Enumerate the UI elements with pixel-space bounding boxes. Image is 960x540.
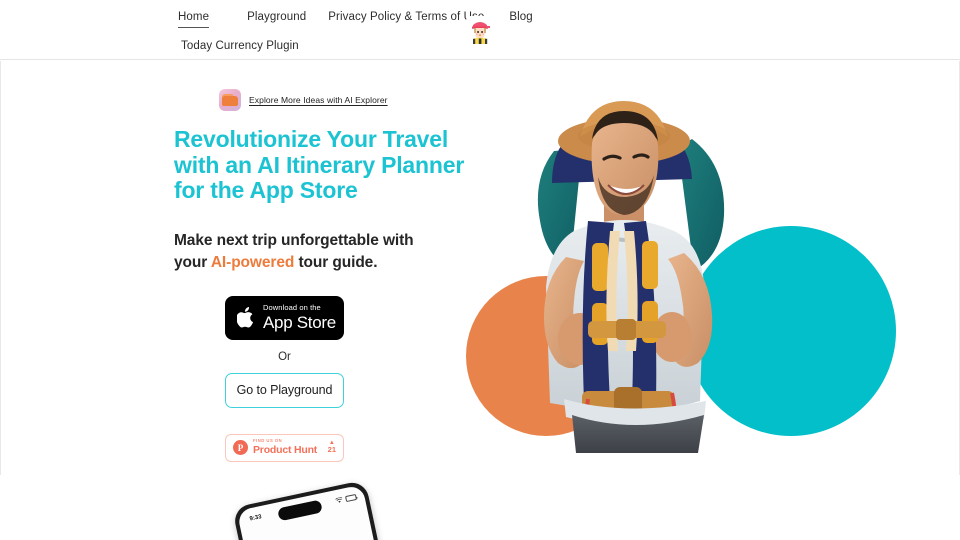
explore-ai-explorer-row[interactable]: Explore More Ideas with AI Explorer [219, 89, 474, 111]
nav-link-privacy-policy-terms[interactable]: Privacy Policy & Terms of Use [328, 10, 484, 27]
app-store-small-label: Download on the [263, 303, 321, 313]
avatar-icon [466, 16, 494, 44]
product-hunt-votes: ▲ 21 [327, 440, 336, 455]
top-navigation: Home Playground Privacy Policy & Terms o… [0, 0, 960, 60]
or-separator-label: Or [278, 350, 291, 363]
nav-link-blog[interactable]: Blog [509, 10, 532, 27]
product-hunt-logo-icon: P [233, 440, 248, 455]
phone-dynamic-island [277, 499, 323, 522]
go-to-playground-button[interactable]: Go to Playground [225, 372, 344, 408]
hero-subtitle: Make next trip unforgettable with your A… [174, 230, 439, 274]
sofa-icon [222, 96, 238, 106]
page-title: Revolutionize Your Travel with an AI Iti… [174, 126, 465, 203]
hero-content-left: Explore More Ideas with AI Explorer Revo… [174, 89, 474, 462]
ai-explorer-app-icon [219, 89, 241, 111]
page-root: Home Playground Privacy Policy & Terms o… [0, 0, 960, 540]
nav-link-playground[interactable]: Playground [247, 10, 306, 27]
battery-icon [345, 494, 357, 502]
app-store-button-text: Download on the App Store [263, 304, 336, 331]
download-on-app-store-button[interactable]: Download on the App Store [225, 295, 344, 340]
apple-logo-icon [237, 307, 253, 328]
phone-mockup: 9:33 [232, 479, 384, 540]
product-hunt-text: FIND US ON Product Hunt [253, 439, 323, 455]
product-hunt-small-label: FIND US ON [253, 438, 283, 444]
phone-frame: 9:33 [232, 479, 384, 540]
nav-link-today-currency-plugin[interactable]: Today Currency Plugin [181, 40, 299, 54]
wifi-icon [335, 497, 343, 503]
phone-status-time: 9:33 [249, 514, 263, 523]
hero-illustration [456, 81, 896, 471]
hero-subtitle-highlight: AI-powered [210, 253, 295, 271]
nav-links-container: Home Playground Privacy Policy & Terms o… [178, 10, 718, 28]
hero-section: Explore More Ideas with AI Explorer Revo… [0, 61, 960, 475]
phone-screen: 9:33 [236, 484, 380, 540]
product-hunt-badge[interactable]: P FIND US ON Product Hunt ▲ 21 [225, 433, 344, 462]
app-store-big-label: App Store [263, 312, 336, 332]
avatar[interactable] [466, 16, 494, 44]
phone-status-icons [335, 494, 357, 504]
nav-link-home[interactable]: Home [178, 10, 210, 28]
nav-links-second-row: Today Currency Plugin [181, 36, 299, 54]
hero-subtitle-part2: tour guide. [294, 253, 378, 271]
product-hunt-vote-count: 21 [327, 445, 336, 455]
explore-more-ideas-link[interactable]: Explore More Ideas with AI Explorer [249, 95, 388, 105]
backpacker-traveler-photo [537, 101, 725, 453]
product-hunt-big-label: Product Hunt [253, 444, 318, 457]
